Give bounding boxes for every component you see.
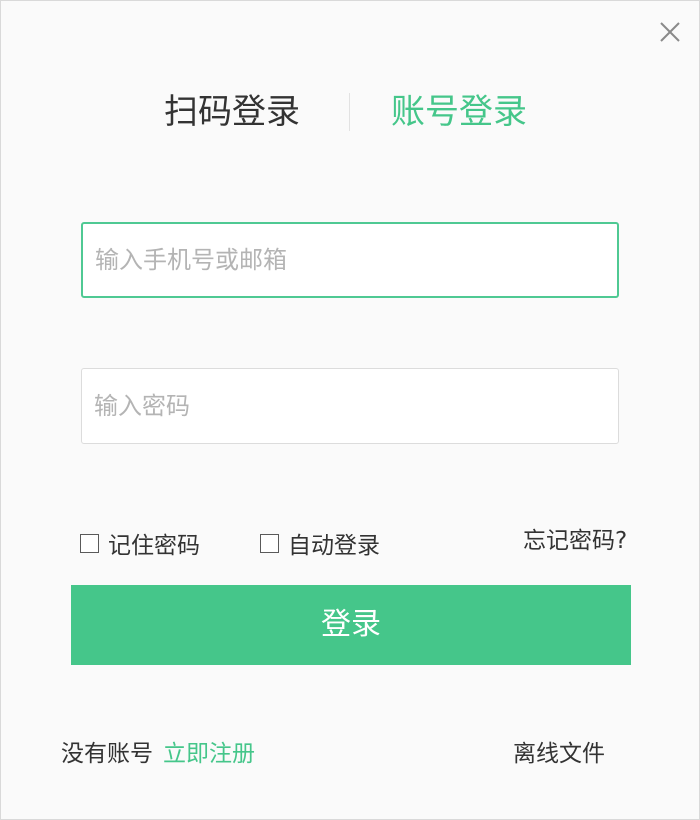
login-window: 扫码登录 账号登录 记住密码 自动登录 忘记密码? 登录 没有账号立即注册 离线…: [0, 0, 700, 820]
close-button[interactable]: [655, 17, 685, 47]
remember-password-checkbox[interactable]: [80, 533, 99, 553]
remember-password-label: 记住密码: [108, 533, 200, 559]
username-field-container: [81, 222, 619, 298]
username-input[interactable]: [83, 224, 617, 296]
login-tabs: 扫码登录 账号登录: [1, 85, 699, 141]
password-input[interactable]: [82, 369, 618, 443]
tab-divider: [349, 93, 350, 131]
auto-login-checkbox[interactable]: [260, 533, 279, 553]
remember-password-option[interactable]: 记住密码: [80, 527, 200, 559]
register-prompt: 没有账号 立即注册: [61, 739, 255, 769]
auto-login-option[interactable]: 自动登录: [260, 527, 380, 559]
auto-login-label: 自动登录: [288, 533, 380, 559]
password-field-container: [81, 368, 619, 444]
forgot-password-link[interactable]: 忘记密码?: [523, 527, 627, 555]
register-link[interactable]: 立即注册: [163, 741, 255, 767]
close-icon: [660, 22, 680, 42]
no-account-text: 没有账号: [61, 741, 153, 767]
tab-account-login[interactable]: 账号登录: [391, 85, 527, 139]
tab-qr-login[interactable]: 扫码登录: [164, 85, 300, 139]
login-button[interactable]: 登录: [71, 585, 631, 665]
offline-files-link[interactable]: 离线文件: [513, 739, 605, 769]
